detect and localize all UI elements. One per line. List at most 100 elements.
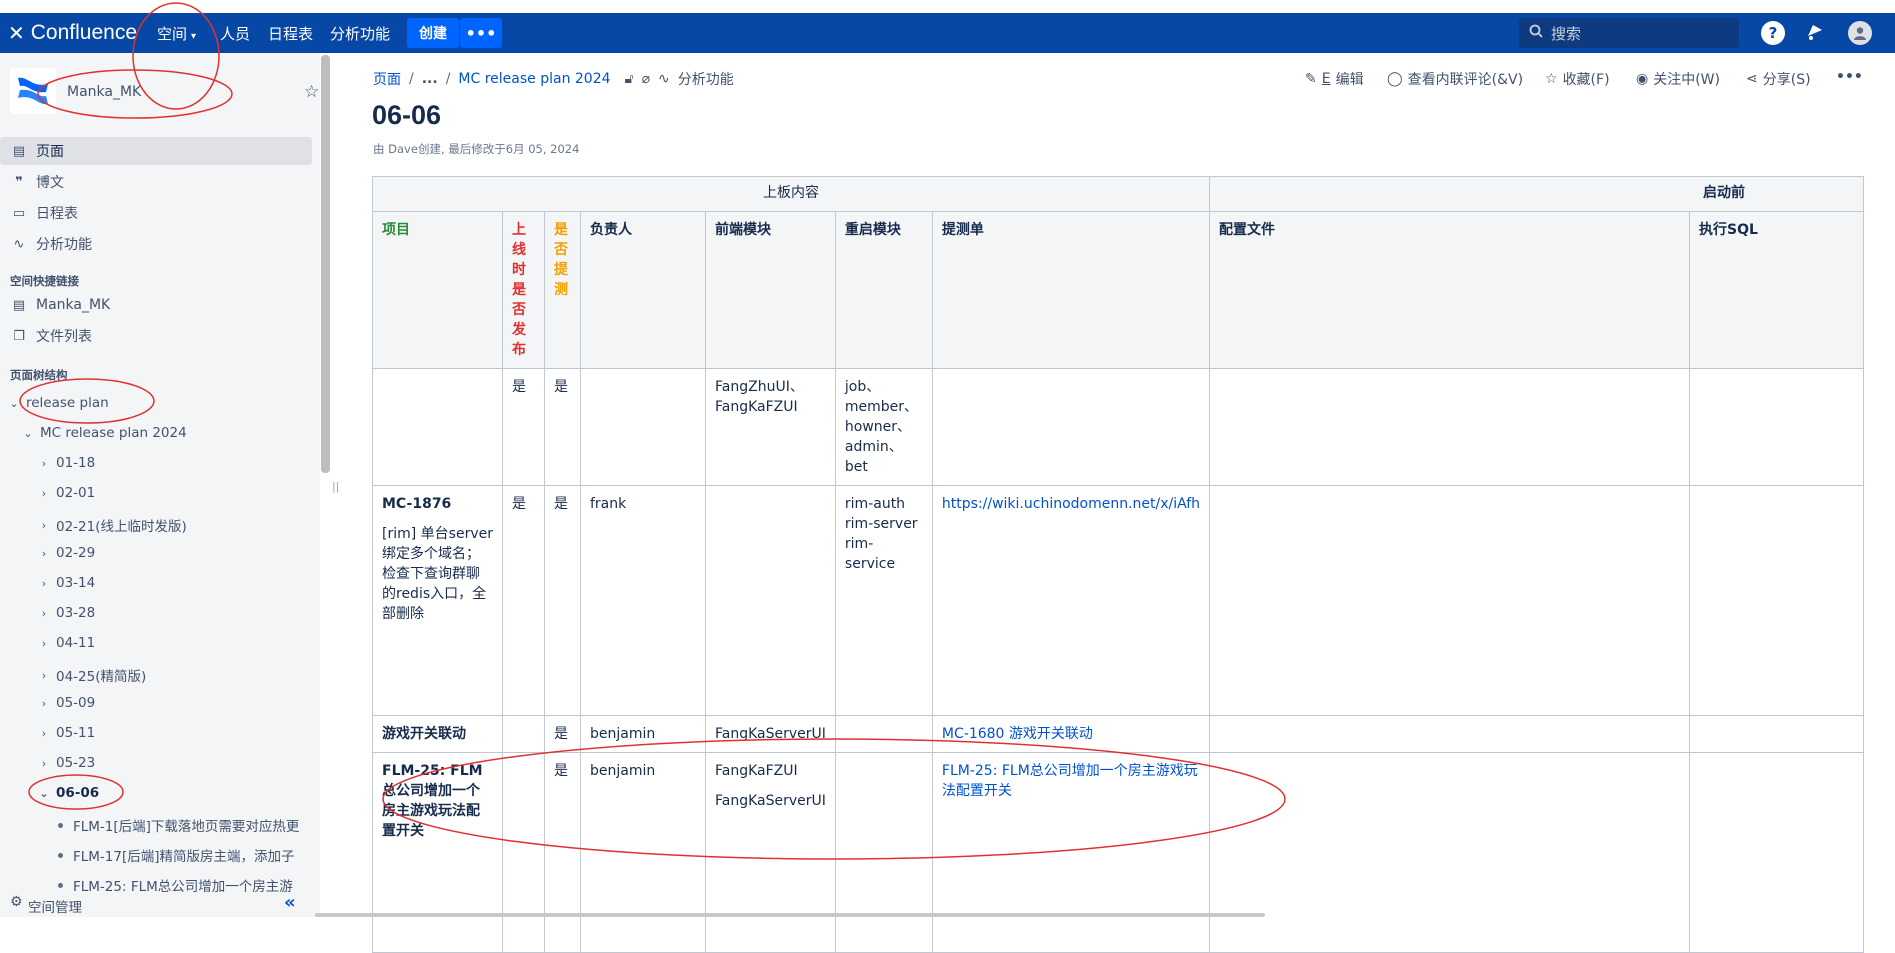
header-char: 时	[512, 262, 526, 278]
tree-subpage[interactable]: FLM-17[后端]精简版房主端，添加子	[58, 845, 295, 865]
cell-owner: benjamin	[580, 715, 706, 753]
ticket-link[interactable]: FLM-25: FLM总公司增加一个房主游戏玩法配置开关	[942, 763, 1198, 799]
sidebar-item-blog[interactable]: ❞ 博文	[0, 168, 312, 196]
favorite-button[interactable]: ☆ 收藏(F)	[1545, 69, 1610, 89]
restart-module: member、	[844, 399, 919, 415]
star-icon[interactable]: ☆	[304, 82, 319, 102]
tree-item-page[interactable]: › 05-11	[36, 725, 95, 741]
cell-frontend: FangZhuUI、 FangKaFZUI	[705, 368, 836, 486]
more-create-button[interactable]: •••	[460, 18, 502, 48]
watching-button[interactable]: ◉ 关注中(W)	[1636, 69, 1720, 89]
lock-icon[interactable]: 🔓︎	[625, 71, 634, 87]
help-icon[interactable]: ?	[1761, 21, 1785, 45]
share-icon: ⋖	[1746, 71, 1758, 87]
page-title: 06-06	[372, 100, 442, 130]
tree-item-page[interactable]: › 01-18	[36, 455, 95, 471]
space-settings-link[interactable]: 空间管理	[28, 896, 82, 916]
share-label: 分享(S)	[1762, 72, 1811, 88]
cell-spacer	[382, 514, 493, 524]
cell-release	[502, 752, 545, 953]
sidebar-item-calendar[interactable]: ▭ 日程表	[0, 199, 312, 227]
breadcrumb-separator: /	[409, 71, 414, 87]
tree-item-page[interactable]: › 02-29	[36, 545, 95, 561]
space-name[interactable]: Manka_MK	[67, 84, 141, 100]
chevron-down-icon: ⌄	[9, 396, 19, 410]
breadcrumb-ellipsis[interactable]: ...	[422, 71, 438, 87]
cell-ticket	[931, 368, 1211, 486]
favorite-label: 收藏(F)	[1562, 72, 1610, 88]
inline-comments-button[interactable]: ◯ 查看内联评论(&V)	[1387, 69, 1523, 89]
product-name: Confluence	[30, 21, 138, 44]
tree-item-release-plan[interactable]: ⌄ release plan	[6, 395, 108, 411]
tree-item-page[interactable]: › 03-28	[36, 605, 95, 621]
header-char: 提	[554, 262, 568, 278]
column-header-tested: 是 否 提 测	[544, 211, 581, 369]
nav-spaces[interactable]: 空间 ▾	[157, 23, 196, 44]
breadcrumb-analytics[interactable]: 分析功能	[678, 69, 734, 89]
cell-frontend: FangKaFZUI FangKaServerUI	[705, 752, 836, 953]
sidebar-item-label: 博文	[36, 175, 64, 191]
cell-tested: 是	[544, 752, 581, 953]
cell-owner: benjamin	[580, 752, 706, 953]
breadcrumb-parent[interactable]: MC release plan 2024	[458, 71, 610, 87]
cell-project: FLM-25: FLM总公司增加一个房主游戏玩法配置开关	[372, 752, 503, 953]
restart-module: rim-service	[844, 536, 896, 572]
sidebar-resize-handle[interactable]: ||	[332, 480, 339, 493]
column-header-frontend: 前端模块	[705, 211, 836, 369]
bullet-icon	[58, 882, 63, 888]
table-row: 是 是 FangZhuUI、 FangKaFZUI job、 member、 h…	[372, 368, 1865, 486]
project-description: [rim] 单台server绑定多个域名；检查下查询群聊的redis入口，全部删…	[382, 526, 493, 622]
tree-item-current-page[interactable]: ⌄ 06-06	[36, 785, 99, 801]
tree-item-page[interactable]: › 05-09	[36, 695, 95, 711]
ticket-link[interactable]: https://wiki.uchinodomenn.net/x/iAfh	[942, 496, 1200, 512]
page-byline: 由 Dave创建, 最后修改于6月 05, 2024	[373, 142, 580, 156]
shortcut-manka-mk[interactable]: ▤ Manka_MK	[0, 291, 312, 319]
frontend-module: FangZhuUI、	[715, 379, 804, 395]
tree-item-page[interactable]: › 05-23	[36, 755, 95, 771]
collapse-sidebar-icon[interactable]: «	[284, 892, 296, 913]
gear-icon: ⚙	[10, 894, 23, 910]
more-actions-button[interactable]: •••	[1836, 69, 1863, 85]
breadcrumb-pages[interactable]: 页面	[373, 69, 401, 89]
share-button[interactable]: ⋖ 分享(S)	[1746, 69, 1811, 89]
shortcut-label: 文件列表	[36, 329, 92, 345]
user-avatar-icon[interactable]	[1848, 21, 1872, 45]
tree-item-label: 06-06	[56, 785, 100, 801]
table-row: FLM-25: FLM总公司增加一个房主游戏玩法配置开关 是 benjamin …	[372, 752, 1865, 953]
sidebar-item-analytics[interactable]: ∿ 分析功能	[0, 230, 312, 258]
nav-analytics[interactable]: 分析功能	[330, 23, 390, 44]
tree-item-page[interactable]: › 02-01	[36, 485, 95, 501]
breadcrumb-separator: /	[445, 71, 451, 87]
edit-label: 编辑	[1335, 72, 1364, 88]
chevron-right-icon: ›	[41, 668, 47, 682]
tree-item-page[interactable]: › 04-11	[36, 635, 95, 651]
search-input[interactable]: 搜索	[1519, 18, 1739, 48]
nav-calendar[interactable]: 日程表	[268, 23, 313, 44]
nav-people[interactable]: 人员	[220, 23, 250, 44]
ticket-link[interactable]: MC-1680 游戏开关联动	[942, 726, 1093, 742]
attachment-icon[interactable]: ⌀	[642, 71, 650, 87]
tree-item-label: 02-01	[56, 485, 96, 501]
tree-item-page[interactable]: › 04-25(精简版)	[36, 665, 146, 686]
tree-item-label: 01-18	[56, 455, 96, 471]
space-logo[interactable]	[10, 68, 56, 114]
tree-item-mc-release-plan-2024[interactable]: ⌄ MC release plan 2024	[20, 425, 186, 441]
edit-button[interactable]: ✎ E 编辑	[1305, 69, 1364, 89]
tree-item-page[interactable]: › 03-14	[36, 575, 95, 591]
header-char: 上	[512, 222, 526, 238]
shortcut-file-list[interactable]: ❐ 文件列表	[0, 322, 312, 350]
cell-config	[1209, 752, 1691, 953]
create-button[interactable]: 创建	[407, 18, 459, 48]
cell-spacer	[715, 781, 826, 791]
notifications-icon[interactable]	[1803, 21, 1827, 45]
tree-subpage[interactable]: FLM-1[后端]下载落地页需要对应热更	[58, 815, 299, 835]
sidebar-scrollbar[interactable]	[321, 55, 330, 473]
horizontal-scrollbar[interactable]	[315, 913, 1265, 917]
cell-release: 是	[502, 368, 545, 486]
sidebar-item-pages[interactable]: ▤ 页面	[0, 137, 312, 165]
confluence-logo[interactable]: ✕ Confluence	[8, 20, 137, 46]
shortcuts-heading: 空间快捷链接	[10, 274, 79, 288]
cell-sql	[1689, 715, 1865, 753]
tree-item-page[interactable]: › 02-21(线上临时发版)	[36, 515, 187, 536]
tree-subpage[interactable]: FLM-25: FLM总公司增加一个房主游	[58, 875, 293, 895]
